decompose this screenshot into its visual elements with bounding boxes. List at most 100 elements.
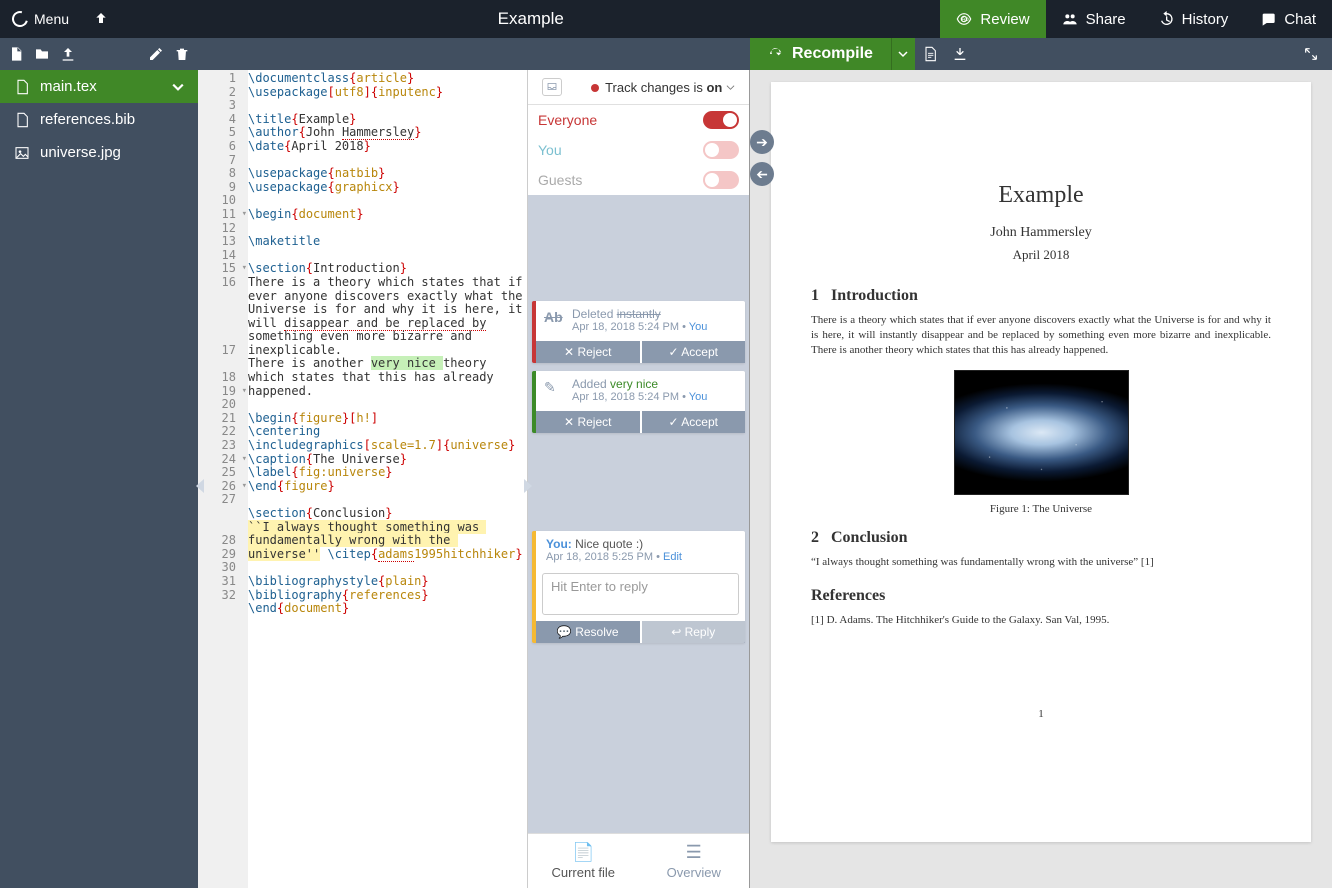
- file-references-bib[interactable]: references.bib: [0, 103, 198, 136]
- everyone-label: Everyone: [538, 112, 597, 128]
- deleted-text: instantly: [617, 307, 661, 321]
- file-universe-jpg[interactable]: universe.jpg: [0, 136, 198, 169]
- toggle-you[interactable]: You: [528, 135, 749, 165]
- deleted-label: Deleted: [572, 307, 613, 321]
- review-icon: Ab: [956, 11, 972, 27]
- menu-label: Menu: [34, 11, 69, 27]
- pdf-figure: Figure 1: The Universe: [811, 370, 1271, 515]
- jump-left-button[interactable]: ➔: [750, 162, 774, 186]
- logs-button[interactable]: [915, 38, 945, 70]
- resolve-button[interactable]: 💬 Resolve: [536, 621, 640, 643]
- file-main-tex[interactable]: main.tex: [0, 70, 198, 103]
- collapse-left-handle[interactable]: [196, 479, 204, 493]
- comment-author: You:: [546, 537, 572, 551]
- up-arrow-icon: [93, 11, 109, 27]
- share-icon: [1062, 11, 1078, 27]
- track-state: on: [706, 80, 722, 95]
- chevron-down-icon: [898, 49, 908, 59]
- added-text: very nice: [610, 377, 658, 391]
- tab-overview[interactable]: ☰ Overview: [639, 834, 750, 888]
- pane-divider-handles: ➔ ➔: [750, 130, 774, 194]
- review-label: Review: [980, 11, 1029, 28]
- added-label: Added: [572, 377, 607, 391]
- review-button[interactable]: Ab Review: [940, 0, 1045, 38]
- guests-label: Guests: [538, 172, 582, 188]
- pdf-date: April 2018: [811, 247, 1271, 263]
- history-label: History: [1182, 11, 1229, 28]
- added-who[interactable]: You: [689, 391, 708, 403]
- reject-button[interactable]: ✕ Reject: [536, 341, 640, 363]
- change-card-deleted: Ab Deleted instantly Apr 18, 2018 5:24 P…: [532, 301, 745, 363]
- back-button[interactable]: [81, 0, 121, 38]
- you-label: You: [538, 142, 562, 158]
- pdf-para-1: There is a theory which states that if e…: [811, 313, 1271, 358]
- rename-icon[interactable]: [148, 46, 164, 62]
- collapse-review-handle[interactable]: [524, 479, 532, 493]
- reply-input[interactable]: Hit Enter to reply: [542, 573, 739, 615]
- pdf-author: John Hammersley: [811, 225, 1271, 241]
- toolbar: Recompile: [0, 38, 1332, 70]
- chevron-down-icon: [726, 83, 735, 92]
- chat-button[interactable]: Chat: [1244, 0, 1332, 38]
- share-label: Share: [1086, 11, 1126, 28]
- recompile-label: Recompile: [792, 45, 873, 63]
- tab-current-file[interactable]: 📄 Current file: [528, 834, 639, 888]
- change-card-added: ✎ Added very nice Apr 18, 2018 5:24 PM •…: [532, 371, 745, 433]
- pdf-title: Example: [811, 182, 1271, 209]
- recompile-button[interactable]: Recompile: [750, 38, 891, 70]
- file-label: references.bib: [40, 111, 135, 128]
- delete-icon[interactable]: [174, 46, 190, 62]
- edit-link[interactable]: Edit: [663, 551, 682, 563]
- menu-button[interactable]: Menu: [0, 0, 81, 38]
- share-button[interactable]: Share: [1046, 0, 1142, 38]
- history-button[interactable]: History: [1142, 0, 1245, 38]
- svg-text:Ab: Ab: [962, 17, 970, 23]
- code-editor[interactable]: 1234567891011121314151617181920212223242…: [198, 70, 528, 888]
- accept-button[interactable]: ✓ Accept: [642, 341, 746, 363]
- pdf-ref-1: [1] D. Adams. The Hitchhiker's Guide to …: [811, 613, 1271, 628]
- track-label: Track changes is: [605, 80, 703, 95]
- new-folder-icon[interactable]: [34, 46, 50, 62]
- history-icon: [1158, 11, 1174, 27]
- upload-icon[interactable]: [60, 46, 76, 62]
- pdf-para-2: “I always thought something was fundamen…: [811, 555, 1271, 570]
- deleted-time: Apr 18, 2018 5:24 PM: [572, 321, 679, 333]
- review-footer: 📄 Current file ☰ Overview: [528, 833, 749, 888]
- recompile-dropdown[interactable]: [891, 38, 915, 70]
- accept-button[interactable]: ✓ Accept: [642, 411, 746, 433]
- comment-time: Apr 18, 2018 5:25 PM: [546, 551, 653, 563]
- download-button[interactable]: [945, 38, 975, 70]
- chat-icon: [1260, 11, 1276, 27]
- pdf-section-1: 1 Introduction: [811, 287, 1271, 305]
- file-label: universe.jpg: [40, 144, 121, 161]
- refresh-icon: [768, 46, 784, 62]
- reply-button[interactable]: ↩ Reply: [642, 621, 746, 643]
- file-icon: [922, 46, 938, 62]
- file-icon: [14, 112, 30, 128]
- toggle-switch[interactable]: [703, 111, 739, 129]
- comment-body: Nice quote :): [575, 537, 643, 551]
- toggle-switch[interactable]: [703, 171, 739, 189]
- toggle-guests[interactable]: Guests: [528, 165, 749, 195]
- pdf-references-heading: References: [811, 587, 1271, 605]
- code-content[interactable]: \documentclass{article} \usepackage[utf8…: [248, 70, 527, 888]
- toggle-switch[interactable]: [703, 141, 739, 159]
- download-icon: [952, 46, 968, 62]
- track-changes-status[interactable]: Track changes is on: [528, 70, 749, 105]
- file-tree: main.tex references.bib universe.jpg: [0, 70, 198, 888]
- added-time: Apr 18, 2018 5:24 PM: [572, 391, 679, 403]
- pdf-preview[interactable]: Example John Hammersley April 2018 1 Int…: [750, 70, 1332, 888]
- reject-button[interactable]: ✕ Reject: [536, 411, 640, 433]
- file-label: main.tex: [40, 78, 97, 95]
- pdf-page: Example John Hammersley April 2018 1 Int…: [771, 82, 1311, 842]
- deleted-who[interactable]: You: [689, 321, 708, 333]
- new-file-icon[interactable]: [8, 46, 24, 62]
- toggle-everyone[interactable]: Everyone: [528, 105, 749, 135]
- expand-button[interactable]: [1296, 38, 1326, 70]
- comment-card: You: Nice quote :) Apr 18, 2018 5:25 PM …: [532, 531, 745, 643]
- jump-right-button[interactable]: ➔: [750, 130, 774, 154]
- pencil-icon: ✎: [544, 379, 556, 396]
- pdf-figure-caption: Figure 1: The Universe: [811, 503, 1271, 515]
- chevron-down-icon[interactable]: [172, 81, 184, 93]
- line-gutter: 1234567891011121314151617181920212223242…: [198, 70, 248, 888]
